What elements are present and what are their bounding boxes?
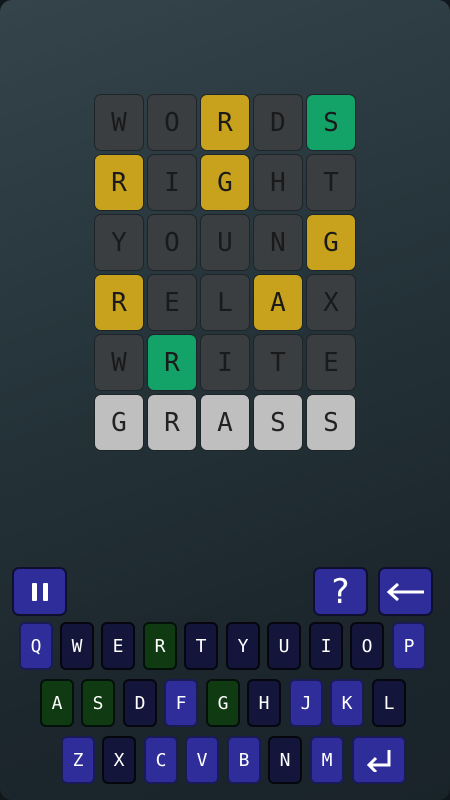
pause-button[interactable] (12, 567, 67, 616)
enter-return-icon (366, 750, 391, 772)
tile: Y (94, 214, 144, 271)
tile: R (147, 334, 197, 391)
tile: A (253, 274, 303, 331)
key-o[interactable]: O (350, 622, 384, 670)
key-s[interactable]: S (81, 679, 115, 727)
input-tile: A (200, 394, 250, 451)
backspace-button[interactable] (378, 567, 433, 616)
tile: G (306, 214, 356, 271)
key-d[interactable]: D (123, 679, 157, 727)
tile: N (253, 214, 303, 271)
tile: R (94, 274, 144, 331)
tile: T (253, 334, 303, 391)
key-w[interactable]: W (60, 622, 94, 670)
input-tile: S (306, 394, 356, 451)
key-b[interactable]: B (227, 736, 261, 784)
pause-icon (29, 582, 51, 601)
tile: I (200, 334, 250, 391)
key-v[interactable]: V (185, 736, 219, 784)
tile: D (253, 94, 303, 151)
key-l[interactable]: L (372, 679, 406, 727)
tile: O (147, 94, 197, 151)
tile: T (306, 154, 356, 211)
key-m[interactable]: M (310, 736, 344, 784)
key-k[interactable]: K (330, 679, 364, 727)
tile: X (306, 274, 356, 331)
key-p[interactable]: P (392, 622, 426, 670)
key-i[interactable]: I (309, 622, 343, 670)
key-r[interactable]: R (143, 622, 177, 670)
guess-board: W O R D S R I G H T Y O U N G R E L A X … (94, 94, 356, 451)
key-n[interactable]: N (268, 736, 302, 784)
key-e[interactable]: E (101, 622, 135, 670)
key-u[interactable]: U (267, 622, 301, 670)
key-a[interactable]: A (40, 679, 74, 727)
tile: R (200, 94, 250, 151)
key-q[interactable]: Q (19, 622, 53, 670)
tile: O (147, 214, 197, 271)
tile: U (200, 214, 250, 271)
input-tile: G (94, 394, 144, 451)
key-x[interactable]: X (102, 736, 136, 784)
tile: E (147, 274, 197, 331)
tile: R (94, 154, 144, 211)
input-tile: S (253, 394, 303, 451)
tile: W (94, 94, 144, 151)
help-button[interactable]: ? (313, 567, 368, 616)
key-j[interactable]: J (289, 679, 323, 727)
tile: H (253, 154, 303, 211)
input-tile: R (147, 394, 197, 451)
key-y[interactable]: Y (226, 622, 260, 670)
help-label: ? (331, 571, 350, 612)
key-f[interactable]: F (164, 679, 198, 727)
left-arrow-icon (386, 582, 424, 601)
key-z[interactable]: Z (61, 736, 95, 784)
game-screen: W O R D S R I G H T Y O U N G R E L A X … (0, 0, 450, 800)
key-t[interactable]: T (184, 622, 218, 670)
tile: W (94, 334, 144, 391)
tile: L (200, 274, 250, 331)
key-h[interactable]: H (247, 679, 281, 727)
tile: S (306, 94, 356, 151)
key-g[interactable]: G (206, 679, 240, 727)
tile: I (147, 154, 197, 211)
enter-key[interactable] (352, 736, 406, 784)
tile: E (306, 334, 356, 391)
tile: G (200, 154, 250, 211)
key-c[interactable]: C (144, 736, 178, 784)
